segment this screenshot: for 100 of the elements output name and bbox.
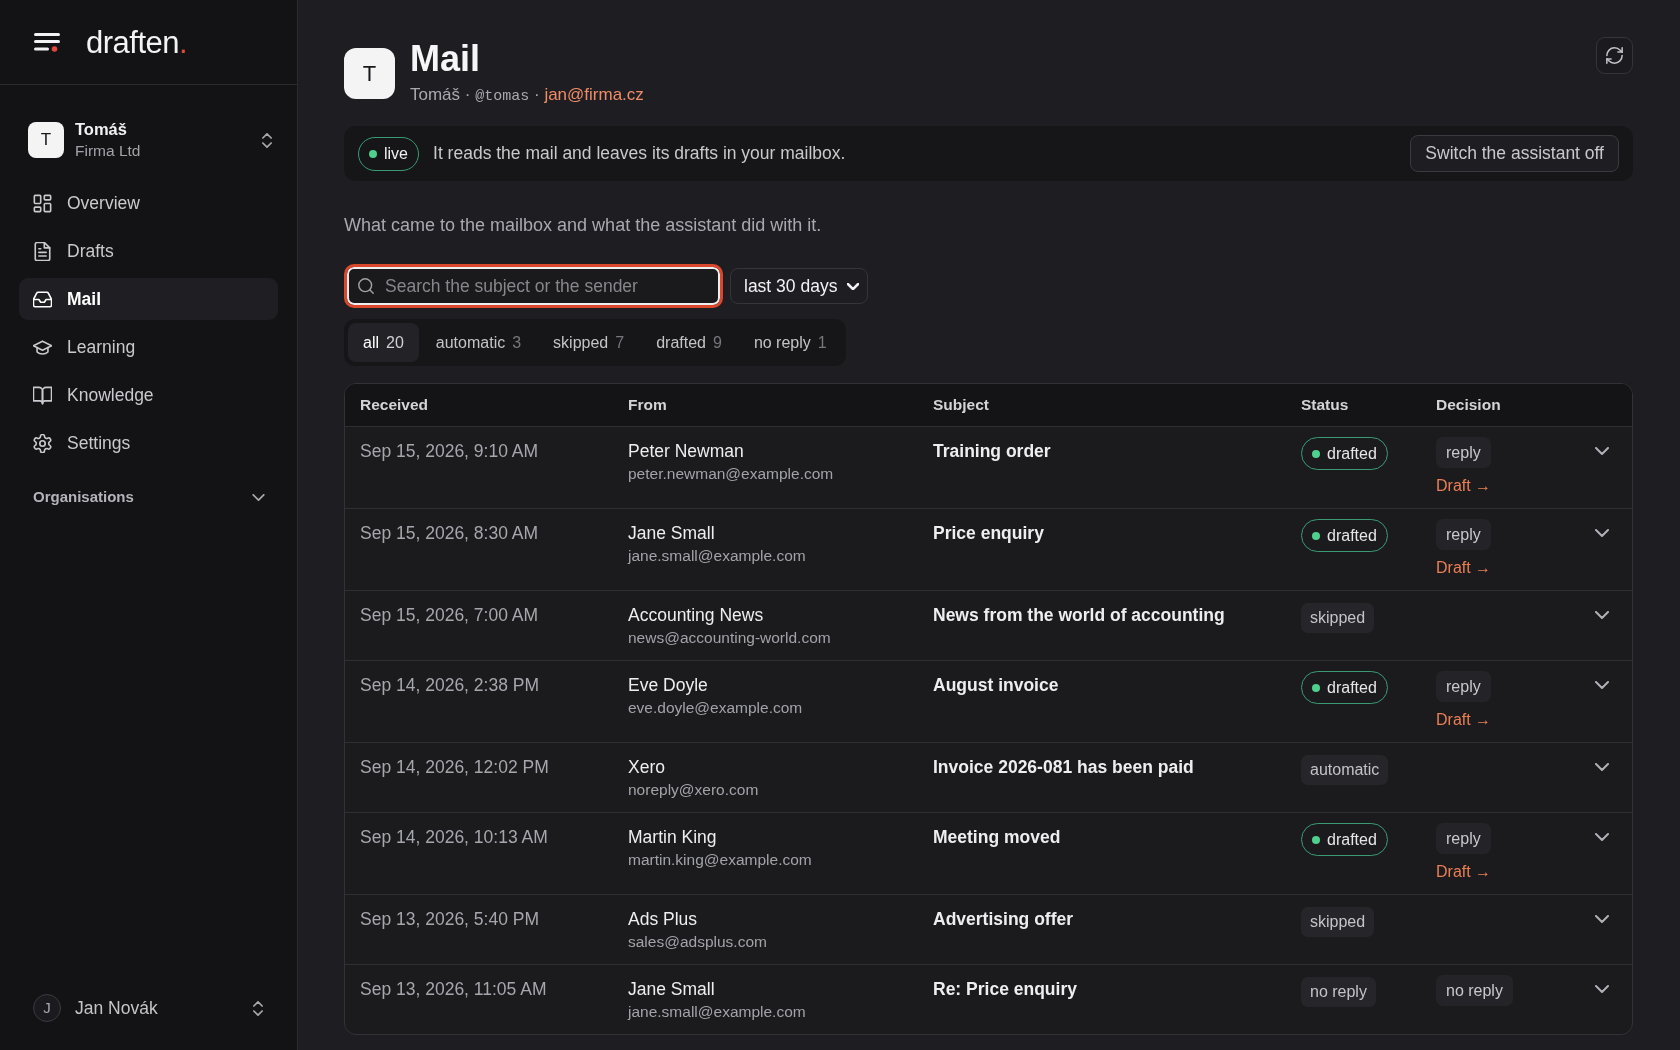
- status-dot-icon: [1312, 449, 1320, 458]
- received-date: Sep 13, 2026, 11:05 AM: [360, 978, 547, 1001]
- status-label: drafted: [1327, 829, 1377, 850]
- draft-link[interactable]: Draft →: [1436, 557, 1492, 579]
- nav-item[interactable]: Drafts: [19, 230, 278, 272]
- sender-name: Jane Small: [628, 978, 715, 1001]
- filter-tab[interactable]: no reply 1: [738, 323, 842, 362]
- gear-icon: [33, 433, 52, 453]
- nav-item[interactable]: Overview: [19, 182, 278, 224]
- switch-off-button[interactable]: Switch the assistant off: [1410, 135, 1619, 172]
- page-subtitle: Tomáš · @tomas · jan@firma.cz: [410, 84, 644, 107]
- chevron-down-icon[interactable]: [1595, 681, 1609, 689]
- sender-email: peter.newman@example.com: [628, 464, 834, 484]
- column-header: Decision: [1436, 395, 1501, 416]
- decision-badge: reply: [1436, 519, 1491, 550]
- live-label: live: [384, 143, 408, 164]
- subject-text: Re: Price enquiry: [933, 978, 1077, 1001]
- sender-email: eve.doyle@example.com: [628, 698, 803, 718]
- chevrons-up-down-icon[interactable]: [253, 1000, 263, 1016]
- subject-text: Price enquiry: [933, 522, 1044, 545]
- caret-icon: [847, 282, 860, 290]
- received-date: Sep 14, 2026, 12:02 PM: [360, 756, 549, 779]
- sender-name: Peter Newman: [628, 440, 744, 463]
- subject-text: Invoice 2026-081 has been paid: [933, 756, 1194, 779]
- sender-email: jane.small@example.com: [628, 546, 806, 566]
- nav-item[interactable]: Learning: [19, 326, 278, 368]
- subject-text: News from the world of accounting: [933, 604, 1225, 627]
- sender-name: Eve Doyle: [628, 674, 708, 697]
- status-dot-icon: [1312, 683, 1320, 692]
- logo-icon: [34, 32, 60, 52]
- book-icon: [33, 385, 52, 405]
- account-organisation: Firma Ltd: [75, 141, 141, 161]
- decision-badge: reply: [1436, 671, 1491, 702]
- decision-badge: no reply: [1436, 975, 1513, 1006]
- filter-tab[interactable]: drafted 9: [641, 323, 737, 362]
- received-date: Sep 14, 2026, 2:38 PM: [360, 674, 540, 697]
- chevron-down-icon[interactable]: [1595, 985, 1609, 993]
- chevron-down-icon[interactable]: [1595, 763, 1609, 771]
- sender-email: noreply@xero.com: [628, 780, 759, 800]
- refresh-button[interactable]: [1596, 37, 1633, 74]
- draft-link[interactable]: Draft →: [1436, 475, 1492, 497]
- received-date: Sep 14, 2026, 10:13 AM: [360, 826, 548, 849]
- user-avatar: J: [33, 994, 61, 1022]
- chevron-down-icon[interactable]: [1595, 611, 1609, 619]
- filter-tab[interactable]: all 20: [348, 323, 419, 362]
- status-label: drafted: [1327, 443, 1377, 464]
- account-avatar: T: [28, 122, 64, 158]
- refresh-icon: [1606, 47, 1623, 64]
- status-dot-icon: [1312, 835, 1320, 844]
- document-icon: [33, 241, 52, 261]
- decision-badge: reply: [1436, 437, 1491, 468]
- inbox-icon: [33, 289, 52, 309]
- filter-tab[interactable]: skipped 7: [538, 323, 640, 362]
- status-dot-icon: [369, 149, 377, 158]
- draft-link[interactable]: Draft →: [1436, 861, 1492, 883]
- nav-item[interactable]: Knowledge: [19, 374, 278, 416]
- subject-text: Meeting moved: [933, 826, 1061, 849]
- received-date: Sep 15, 2026, 9:10 AM: [360, 440, 539, 463]
- chevron-down-icon[interactable]: [1595, 833, 1609, 841]
- search-icon: [358, 278, 374, 294]
- sender-email: jane.small@example.com: [628, 1002, 806, 1022]
- account-name: Tomáš: [75, 119, 128, 140]
- page-title: Mail: [410, 37, 481, 81]
- chevron-down-icon[interactable]: [1595, 447, 1609, 455]
- column-header: Subject: [933, 395, 989, 416]
- nav-item[interactable]: Mail: [19, 278, 278, 320]
- column-header: Status: [1301, 395, 1349, 416]
- sender-name: Xero: [628, 756, 665, 779]
- logo-text: draften.: [86, 26, 188, 58]
- status-badge: automatic: [1301, 755, 1389, 785]
- received-date: Sep 15, 2026, 7:00 AM: [360, 604, 539, 627]
- draft-link[interactable]: Draft →: [1436, 709, 1492, 731]
- column-header: From: [628, 395, 667, 416]
- period-select[interactable]: last 30 days: [730, 268, 869, 304]
- user-name: Jan Novák: [75, 996, 158, 1020]
- sender-name: Accounting News: [628, 604, 764, 627]
- chevron-down-icon[interactable]: [1595, 529, 1609, 537]
- sender-email: sales@adsplus.com: [628, 932, 767, 952]
- sender-name: Martin King: [628, 826, 717, 849]
- nav-item[interactable]: Settings: [19, 422, 278, 464]
- chevrons-up-down-icon[interactable]: [262, 132, 272, 148]
- graduation-cap-icon: [33, 337, 52, 357]
- sender-email: martin.king@example.com: [628, 850, 812, 870]
- sender-name: Jane Small: [628, 522, 715, 545]
- search-field[interactable]: Search the subject or the sender: [344, 264, 723, 308]
- sender-email: news@accounting-world.com: [628, 628, 831, 648]
- chevron-down-icon[interactable]: [252, 493, 265, 501]
- page-avatar: T: [344, 48, 395, 99]
- status-label: drafted: [1327, 677, 1377, 698]
- filter-tab[interactable]: automatic 3: [420, 323, 537, 362]
- decision-badge: reply: [1436, 823, 1491, 854]
- column-header: Received: [360, 395, 429, 416]
- chevron-down-icon[interactable]: [1595, 915, 1609, 923]
- status-badge: no reply: [1301, 977, 1376, 1007]
- status-badge: skipped: [1301, 907, 1375, 937]
- email-link[interactable]: jan@firma.cz: [544, 85, 644, 104]
- page-description: What came to the mailbox and what the assistant did with it.: [344, 214, 823, 237]
- subject-text: August invoice: [933, 674, 1059, 697]
- status-badge: skipped: [1301, 603, 1375, 633]
- section-label: Organisations: [33, 487, 134, 507]
